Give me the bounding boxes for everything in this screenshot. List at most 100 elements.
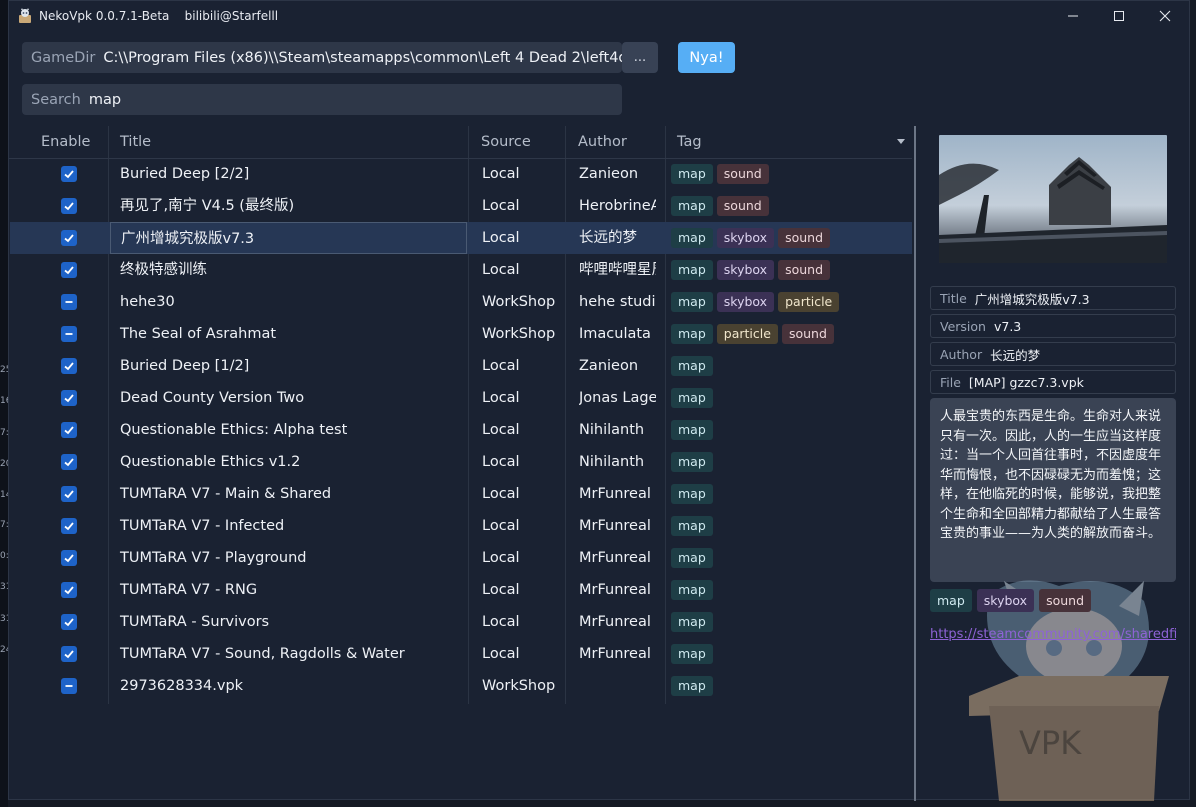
table-row[interactable]: TUMTaRA - Survivors Local MrFunreal map xyxy=(10,606,912,638)
row-title: TUMTaRA - Survivors xyxy=(120,614,270,630)
info-author-value: 长远的梦 xyxy=(990,347,1041,363)
enable-checkbox[interactable] xyxy=(61,326,77,342)
minimize-button[interactable] xyxy=(1050,1,1096,31)
tag-badge: map xyxy=(671,644,713,664)
enable-checkbox[interactable] xyxy=(61,422,77,438)
title-bar[interactable]: NekoVpk 0.0.7.1-Beta bilibili@Starfelll xyxy=(9,1,1189,31)
table-row[interactable]: 2973628334.vpk WorkShop map xyxy=(10,670,912,702)
row-title: 终极特感训练 xyxy=(120,262,207,278)
checkmark-icon xyxy=(64,554,74,563)
table-row[interactable]: TUMTaRA V7 - RNG Local MrFunreal map xyxy=(10,574,912,606)
enable-checkbox[interactable] xyxy=(61,614,77,630)
panel-splitter[interactable] xyxy=(914,126,916,801)
enable-checkbox[interactable] xyxy=(61,262,77,278)
row-title: The Seal of Asrahmat xyxy=(120,326,277,342)
column-header-author[interactable]: Author xyxy=(578,126,627,158)
enable-checkbox[interactable] xyxy=(61,358,77,374)
row-tags: map xyxy=(671,542,911,574)
gamedir-input[interactable]: C:\\Program Files (x86)\\Steam\steamapps… xyxy=(103,50,622,66)
row-author: 长远的梦 xyxy=(579,230,637,246)
table-row[interactable]: 终极特感训练 Local 哔哩哔哩星辰 mapskyboxsound xyxy=(10,254,912,286)
checkmark-icon xyxy=(64,234,74,243)
column-header-enable[interactable]: Enable xyxy=(41,126,90,158)
row-source: Local xyxy=(482,166,520,182)
tag-badge: map xyxy=(671,676,713,696)
nya-button[interactable]: Nya! xyxy=(678,42,735,73)
tag-badge: skybox xyxy=(976,589,1035,612)
enable-checkbox[interactable] xyxy=(61,198,77,214)
row-tags: map particle sound xyxy=(671,318,911,350)
tag-badge: map xyxy=(671,164,713,184)
table-row[interactable]: Dead County Version Two Local Jonas Lage ma… xyxy=(10,382,912,414)
sort-dropdown-icon[interactable] xyxy=(896,136,906,146)
maximize-button[interactable] xyxy=(1096,1,1142,31)
tag-badge: sound xyxy=(778,260,831,280)
column-header-title[interactable]: Title xyxy=(120,126,151,158)
tag-badge: skybox xyxy=(716,260,775,280)
table-row[interactable]: hehe30 WorkShop hehe studio map skybox partic… xyxy=(10,286,912,318)
tag-badge: sound xyxy=(781,324,834,344)
row-author: Zanieon xyxy=(579,166,639,182)
row-tags: map xyxy=(671,606,911,638)
workshop-link[interactable]: https://steamcommunity.com/sharedfiles/f… xyxy=(930,627,1176,642)
maximize-icon xyxy=(1114,11,1124,21)
table-row[interactable]: Questionable Ethics v1.2 Local Nihilanth ma… xyxy=(10,446,912,478)
tag-badge: sound xyxy=(1039,589,1092,612)
row-tags: map xyxy=(671,382,911,414)
enable-checkbox[interactable] xyxy=(61,518,77,534)
enable-checkbox[interactable] xyxy=(61,166,77,182)
row-source: Local xyxy=(482,614,520,630)
table-row[interactable]: 再见了,南宁 V4.5 (最终版) Local HerobrineA map sound xyxy=(10,190,912,222)
row-tags: map xyxy=(671,446,911,478)
table-row[interactable]: 广州增城究极版v7.3 Local 长远的梦 map skybox sound xyxy=(10,222,912,254)
enable-checkbox[interactable] xyxy=(61,390,77,406)
enable-checkbox[interactable] xyxy=(61,486,77,502)
close-button[interactable] xyxy=(1142,1,1188,31)
tag-badge: map xyxy=(671,452,713,472)
table-row[interactable]: Buried Deep [2/2] Local Zanieon map sound xyxy=(10,158,912,190)
mascot-box-label: VPK xyxy=(1019,724,1082,762)
row-title: 2973628334.vpk xyxy=(120,678,244,694)
table-row[interactable]: TUMTaRA V7 - Playground Local MrFunreal map xyxy=(10,542,912,574)
app-window: NekoVpk 0.0.7.1-Beta bilibili@Starfelll … xyxy=(8,0,1190,801)
enable-checkbox[interactable] xyxy=(61,454,77,470)
app-logo-icon xyxy=(19,8,31,23)
row-source: Local xyxy=(482,262,520,278)
enable-checkbox[interactable] xyxy=(61,678,77,694)
column-header-tag[interactable]: Tag xyxy=(677,126,702,158)
info-version-value: v7.3 xyxy=(993,318,1022,334)
row-tags: map sound xyxy=(671,158,911,190)
enable-checkbox[interactable] xyxy=(61,294,77,310)
row-tags: map xyxy=(671,350,911,382)
row-tags: map xyxy=(671,414,911,446)
table-row[interactable]: Buried Deep [1/2] Local Zanieon map xyxy=(10,350,912,382)
table-row[interactable]: TUMTaRA V7 - Main & Shared Local MrFunreal… xyxy=(10,478,912,510)
enable-checkbox[interactable] xyxy=(61,646,77,662)
checkmark-icon xyxy=(64,394,74,403)
search-input[interactable]: map xyxy=(89,92,121,108)
row-title: Buried Deep [1/2] xyxy=(120,358,250,374)
table-row[interactable]: The Seal of Asrahmat WorkShop Imaculata map… xyxy=(10,318,912,350)
gamedir-field[interactable]: GameDir C:\\Program Files (x86)\\Steam\s… xyxy=(22,42,622,73)
enable-checkbox[interactable] xyxy=(61,550,77,566)
info-version: Version v7.3 xyxy=(930,314,1176,338)
enable-checkbox[interactable] xyxy=(61,230,77,246)
search-field[interactable]: Search map xyxy=(22,84,622,115)
indeterminate-icon xyxy=(65,685,73,687)
table-row[interactable]: TUMTaRA V7 - Infected Local MrFunreal map xyxy=(10,510,912,542)
table-row[interactable]: Questionable Ethics: Alpha test Local Nihi… xyxy=(10,414,912,446)
table-row[interactable]: TUMTaRA V7 - Sound, Ragdolls & Water Loca… xyxy=(10,638,912,670)
row-title: TUMTaRA V7 - Infected xyxy=(120,518,285,534)
search-label: Search xyxy=(31,91,81,108)
info-file-label: File xyxy=(940,374,961,390)
column-header-source[interactable]: Source xyxy=(481,126,531,158)
row-source: Local xyxy=(482,518,520,534)
tag-badge: map xyxy=(671,580,713,600)
row-author: Nihilanth xyxy=(579,454,645,470)
browse-button[interactable]: ... xyxy=(622,42,658,73)
row-title: TUMTaRA V7 - Sound, Ragdolls & Water xyxy=(120,646,405,662)
enable-checkbox[interactable] xyxy=(61,582,77,598)
description-box[interactable]: 人最宝贵的东西是生命。生命对人来说只有一次。因此，人的一生应当这样度过：当一个人… xyxy=(930,398,1176,582)
desktop-background: 25 16 7:2 20 14 7:2 0:0 31 31 24 xyxy=(0,0,14,807)
row-author: MrFunreal xyxy=(579,614,651,630)
